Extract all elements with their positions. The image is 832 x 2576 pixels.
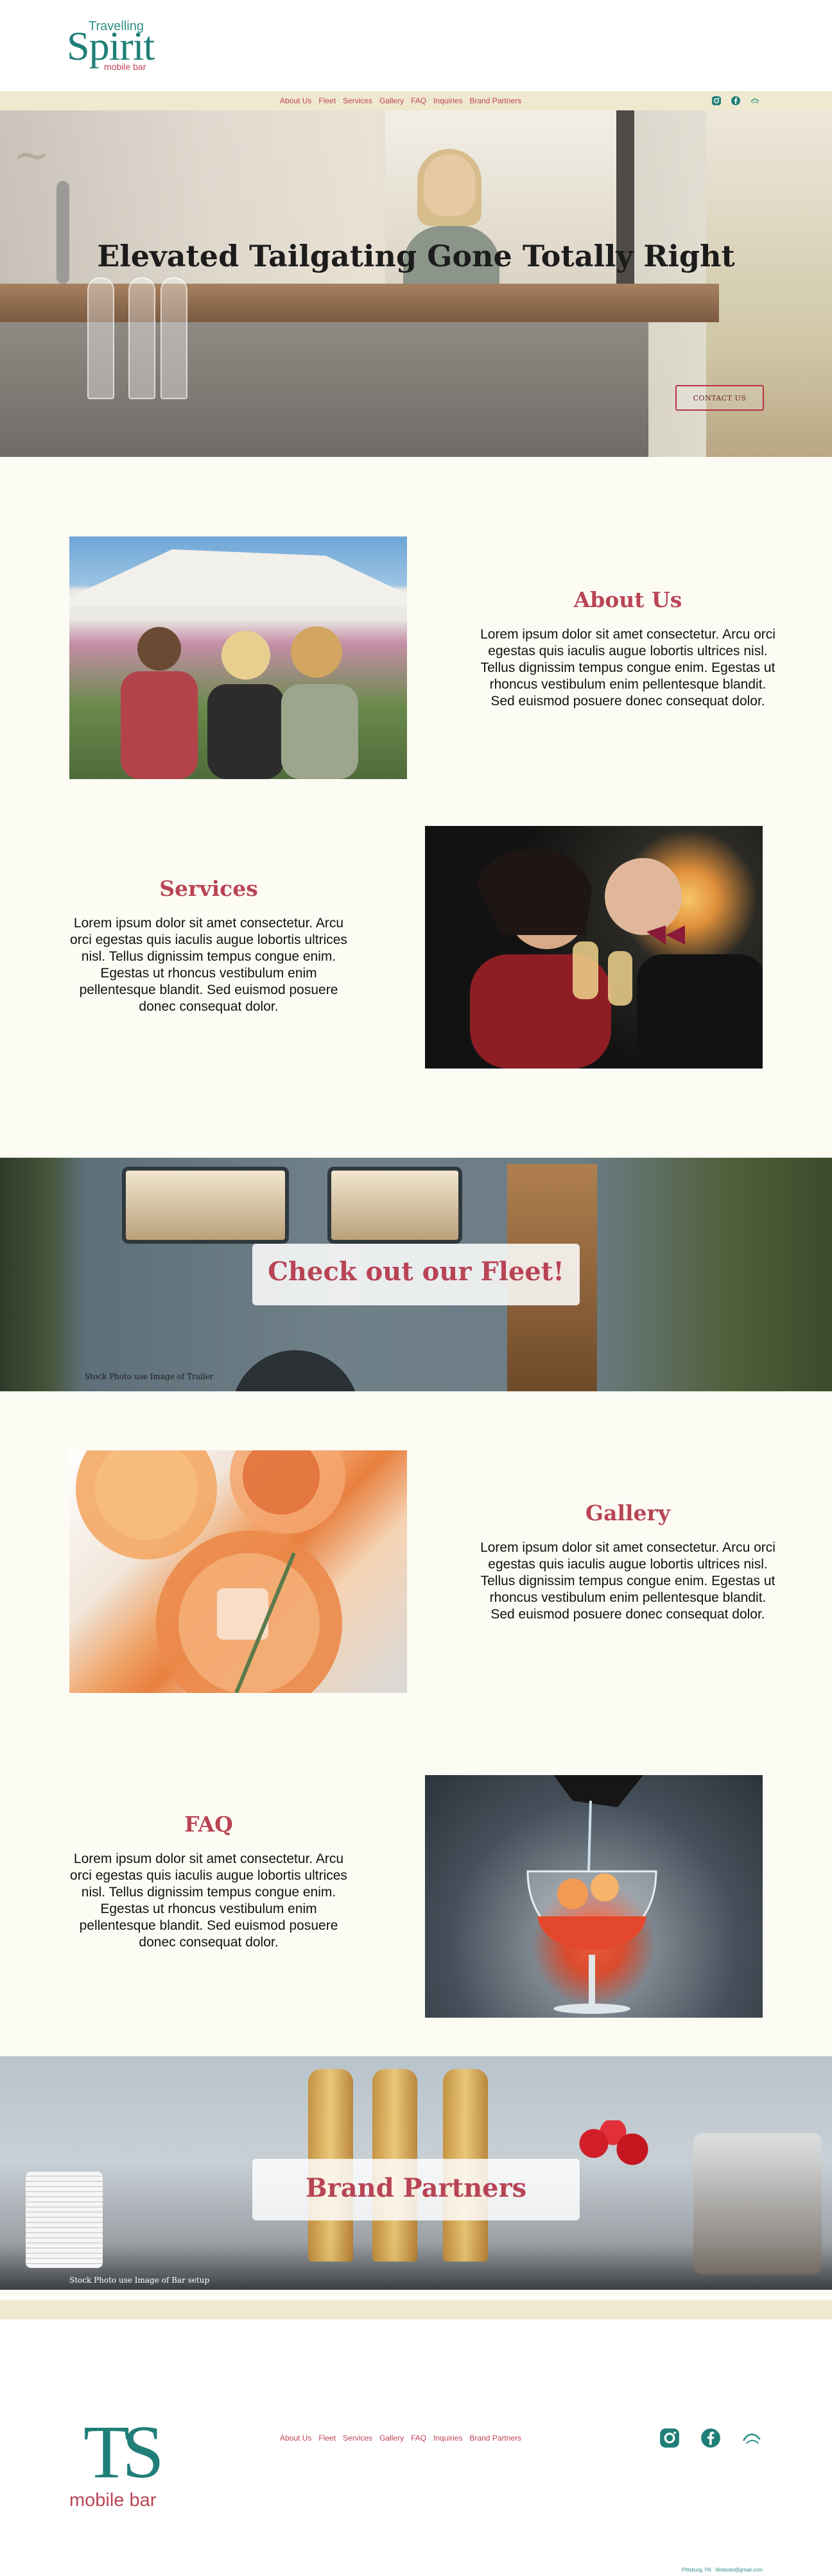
contact-us-button[interactable]: CONTACT US	[675, 385, 764, 411]
footer-fleet[interactable]: Fleet	[318, 2434, 336, 2443]
nav-inquiries[interactable]: Inquiries	[433, 96, 462, 105]
nav-links: About Us Fleet Services Gallery FAQ Inqu…	[280, 91, 521, 110]
hero-cheers-sign: ~	[13, 128, 51, 181]
hero-champagne-glass	[128, 277, 155, 399]
fleet-caption: Stock Photo use Image of Trailer	[85, 1372, 214, 1381]
about-body: Lorem ipsum dolor sit amet consectetur. …	[480, 627, 776, 708]
logo-line-3: mobile bar	[104, 62, 146, 72]
faq-title: FAQ	[184, 1812, 233, 1837]
about-photo	[69, 537, 407, 779]
footer-social	[659, 2427, 763, 2449]
footer-about-us[interactable]: About Us	[280, 2434, 311, 2443]
hero-title: Elevated Tailgating Gone Totally Right	[97, 239, 735, 273]
footer-links: About Us Fleet Services Gallery FAQ Inqu…	[280, 2434, 521, 2443]
trailer-wheel-arch	[231, 1350, 360, 1391]
services-title: Services	[159, 876, 258, 901]
partners-caption: Stock Photo use Image of Bar setup	[69, 2276, 210, 2285]
spirit-logo-icon[interactable]	[750, 96, 760, 106]
nav-services[interactable]: Services	[343, 96, 372, 105]
main-nav: About Us Fleet Services Gallery FAQ Inqu…	[0, 91, 832, 110]
faq-body: Lorem ipsum dolor sit amet consectetur. …	[70, 1851, 347, 1950]
fleet-title[interactable]: Check out our Fleet!	[252, 1257, 580, 1287]
facebook-icon[interactable]	[731, 96, 741, 106]
gallery-body: Lorem ipsum dolor sit amet consectetur. …	[480, 1540, 776, 1622]
nav-about-us[interactable]: About Us	[280, 96, 311, 105]
footer-inquiries[interactable]: Inquiries	[433, 2434, 462, 2443]
partners-title[interactable]: Brand Partners	[252, 2173, 580, 2203]
hero-champagne-glass	[160, 277, 187, 399]
footer-logo[interactable]: TS mobile bar	[69, 2414, 172, 2517]
services-body: Lorem ipsum dolor sit amet consectetur. …	[70, 916, 347, 1014]
nav-brand-partners[interactable]: Brand Partners	[469, 96, 521, 105]
footer-gallery[interactable]: Gallery	[379, 2434, 404, 2443]
gallery-photo	[69, 1450, 407, 1693]
trailer-window	[327, 1167, 462, 1244]
gallery-title: Gallery	[585, 1500, 671, 1525]
services-photo	[425, 826, 763, 1069]
spirit-logo-icon[interactable]	[741, 2427, 763, 2449]
nav-faq[interactable]: FAQ	[411, 96, 426, 105]
footer-faq[interactable]: FAQ	[411, 2434, 426, 2443]
site-footer: TS mobile bar About Us Fleet Services Ga…	[0, 2319, 832, 2576]
instagram-icon[interactable]	[659, 2427, 680, 2449]
about-title: About Us	[573, 587, 682, 612]
footer-logo-text: mobile bar	[69, 2490, 157, 2511]
nav-gallery[interactable]: Gallery	[379, 96, 404, 105]
site-header: Travelling Spirit mobile bar	[0, 0, 832, 91]
nav-social	[711, 96, 760, 106]
hero-person-face	[424, 154, 475, 216]
page: Travelling Spirit mobile bar About Us Fl…	[0, 0, 832, 2576]
brand-logo[interactable]: Travelling Spirit mobile bar	[67, 17, 157, 74]
hero-champagne-glass	[87, 277, 114, 399]
instagram-icon[interactable]	[711, 96, 722, 106]
trailer-window	[122, 1167, 289, 1244]
logo-line-2: Spirit	[67, 23, 155, 69]
footer-logo-mark: TS	[83, 2410, 164, 2494]
nav-fleet[interactable]: Fleet	[318, 96, 336, 105]
partners-plates	[26, 2172, 103, 2268]
footer-services[interactable]: Services	[343, 2434, 372, 2443]
partners-jars	[693, 2133, 822, 2274]
facebook-icon[interactable]	[700, 2427, 722, 2449]
footer-brand-partners[interactable]: Brand Partners	[469, 2434, 521, 2443]
footer-contact: Pittsburg, PA · Website@gmail.com	[681, 2567, 763, 2573]
faq-photo	[425, 1775, 763, 2018]
footer-band	[0, 2300, 832, 2319]
